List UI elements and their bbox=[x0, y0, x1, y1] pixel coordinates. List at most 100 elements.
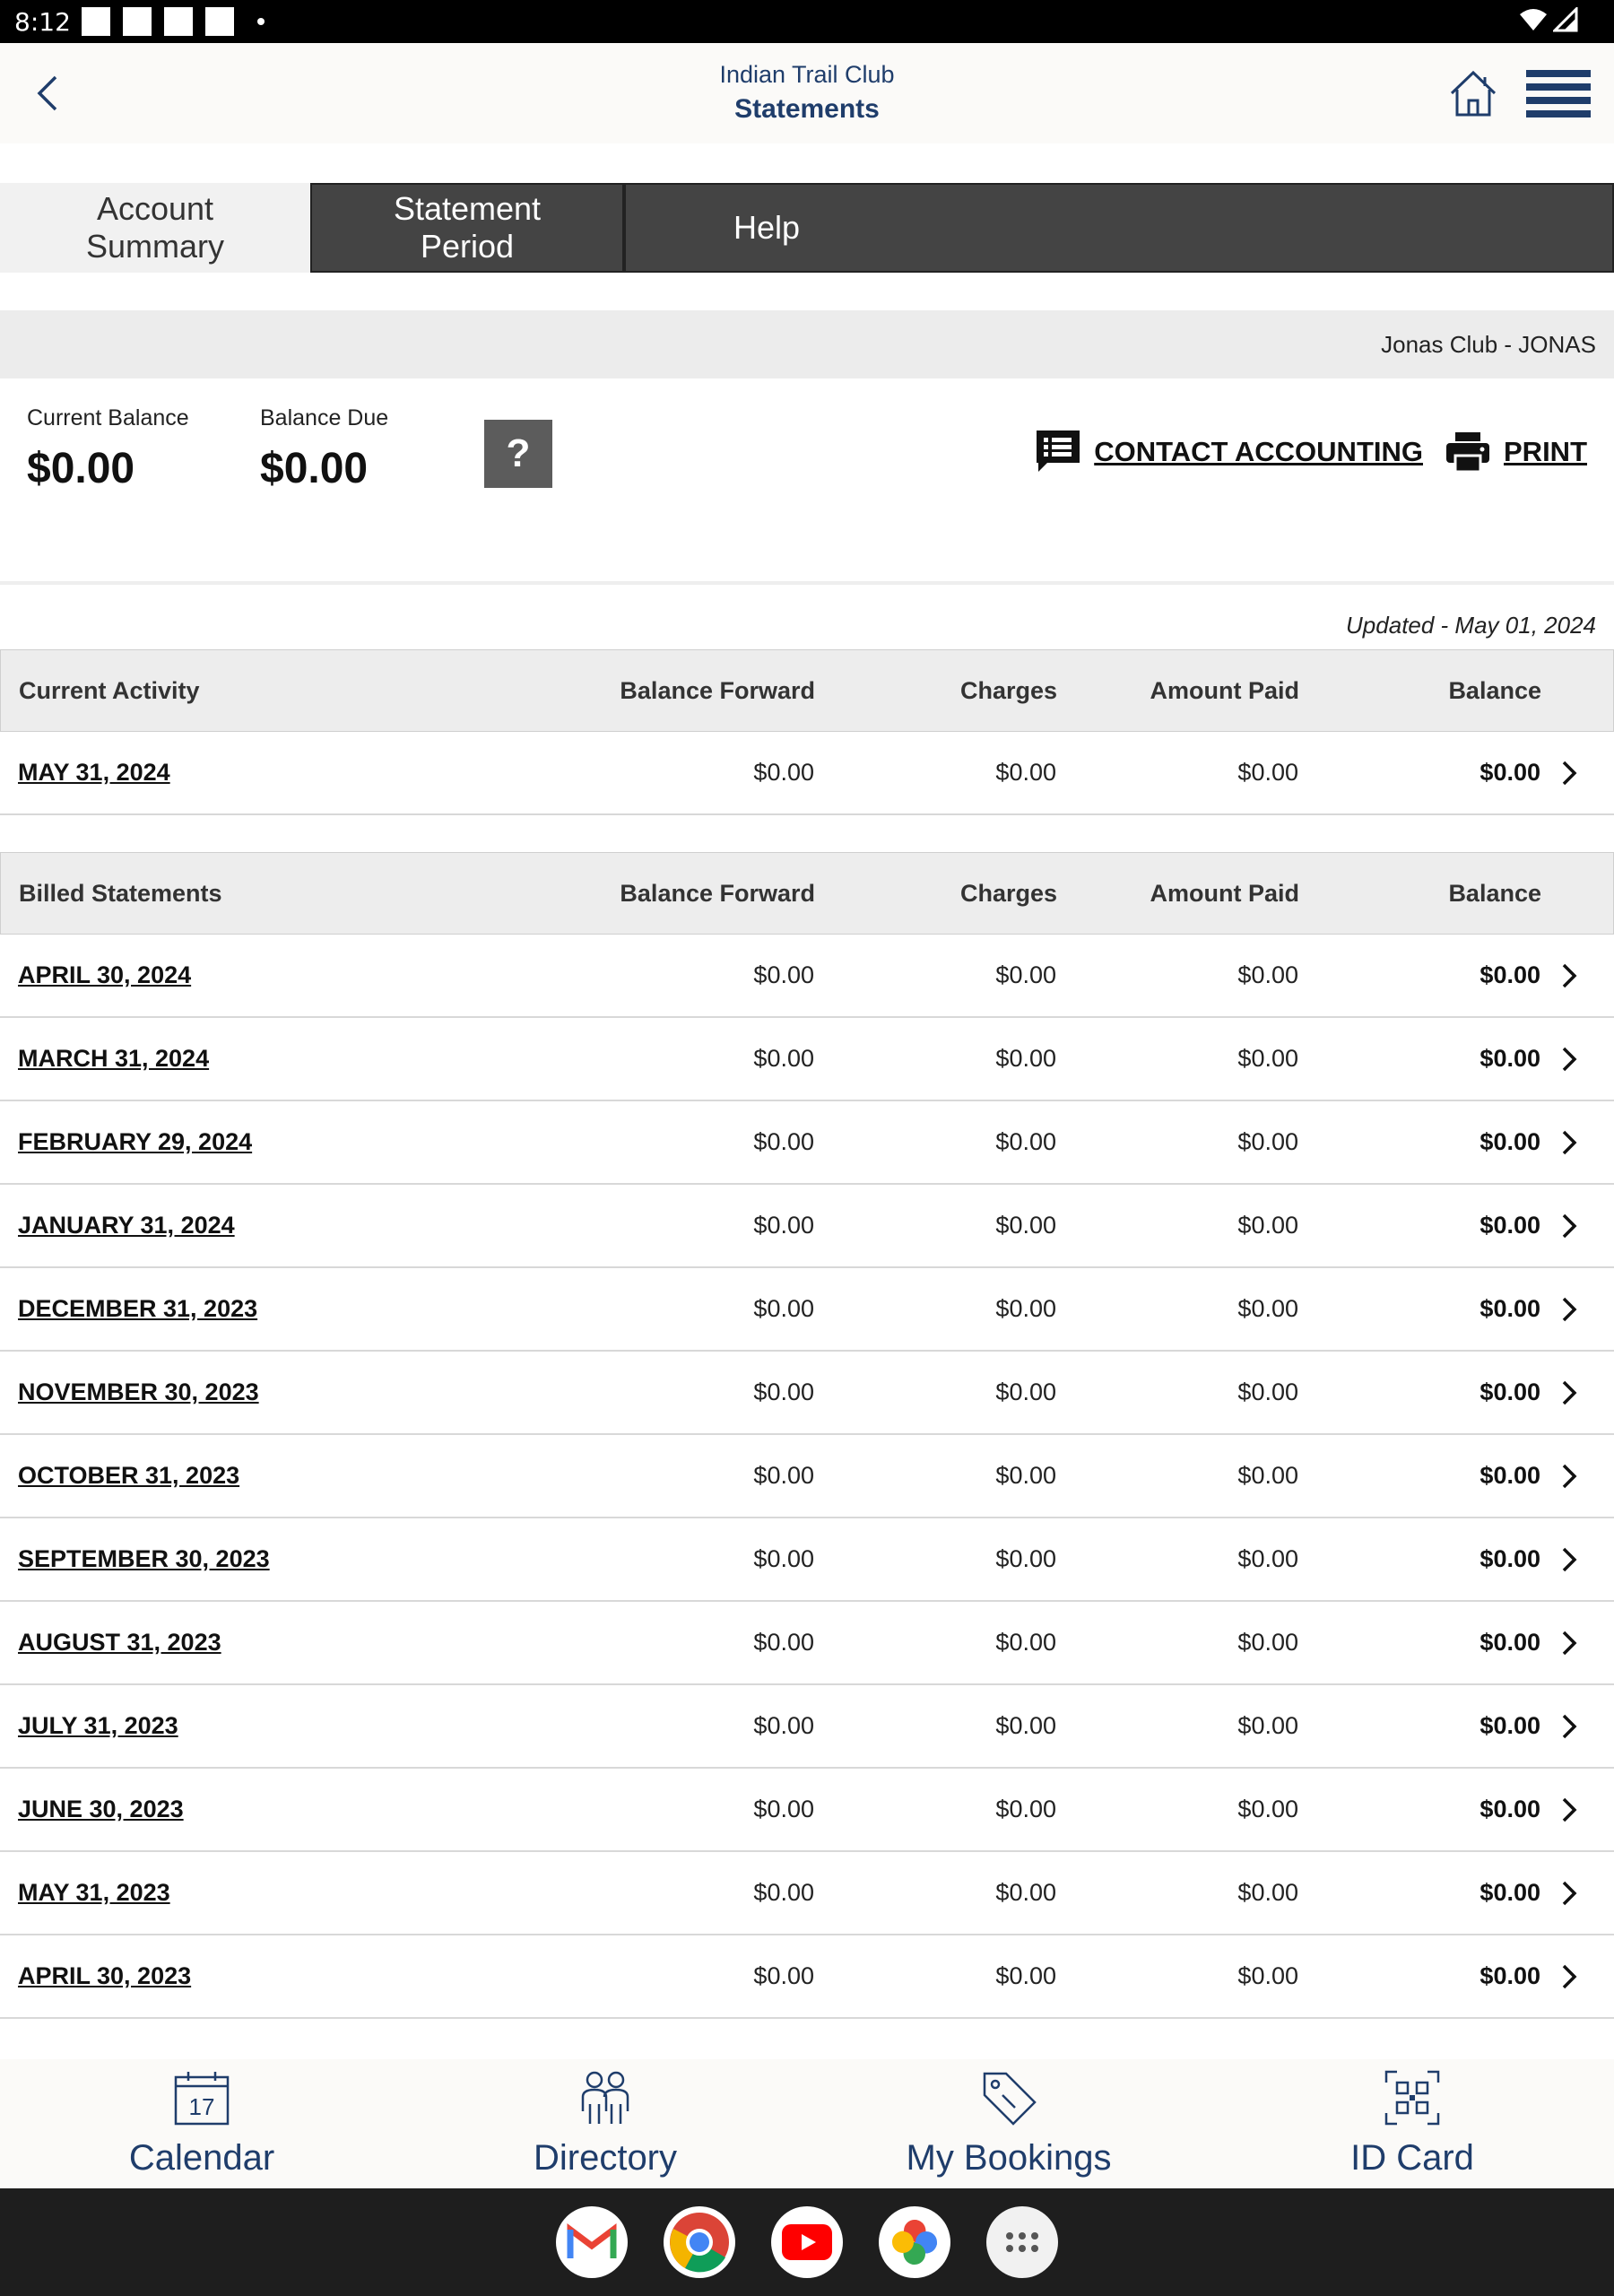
status-bar: 8:12 bbox=[0, 0, 1614, 43]
balance-cell: $0.00 bbox=[1480, 1796, 1540, 1822]
amount-paid-cell: $0.00 bbox=[1237, 759, 1298, 786]
app-header: Indian Trail Club Statements bbox=[0, 43, 1614, 144]
balance-forward-cell: $0.00 bbox=[753, 1378, 814, 1405]
print-link[interactable]: PRINT bbox=[1445, 430, 1587, 474]
print-label: PRINT bbox=[1504, 436, 1587, 467]
header-cell: Billed Statements bbox=[19, 879, 222, 907]
chevron-right-icon[interactable] bbox=[1558, 1293, 1580, 1326]
calendar-icon: 17 bbox=[174, 2072, 230, 2126]
statement-row[interactable]: AUGUST 31, 2023 $0.00 $0.00 $0.00 $0.00 bbox=[0, 1602, 1614, 1685]
statement-row[interactable]: SEPTEMBER 30, 2023 $0.00 $0.00 $0.00 $0.00 bbox=[0, 1518, 1614, 1602]
tab-statement-period[interactable]: Statement Period bbox=[310, 183, 624, 273]
nav-label: Calendar bbox=[128, 2138, 275, 2178]
nav-label: Directory bbox=[533, 2138, 678, 2178]
photos-icon[interactable] bbox=[879, 2206, 950, 2278]
balance-due: Balance Due $0.00 bbox=[260, 405, 388, 493]
charges-cell: $0.00 bbox=[995, 1045, 1056, 1072]
signal-icon bbox=[1553, 7, 1578, 32]
statement-row[interactable]: JANUARY 31, 2024 $0.00 $0.00 $0.00 $0.00 bbox=[0, 1185, 1614, 1268]
chevron-right-icon[interactable] bbox=[1558, 1126, 1580, 1159]
charges-cell: $0.00 bbox=[995, 1879, 1056, 1906]
nav-label: My Bookings bbox=[906, 2138, 1112, 2178]
statement-date-link[interactable]: JUNE 30, 2023 bbox=[0, 1796, 538, 1823]
contact-accounting-link[interactable]: CONTACT ACCOUNTING bbox=[1035, 429, 1423, 475]
statement-row[interactable]: MAY 31, 2024 $0.00 $0.00 $0.00 $0.00 bbox=[0, 732, 1614, 815]
statement-date-link[interactable]: MAY 31, 2024 bbox=[0, 759, 538, 787]
statement-row[interactable]: MAY 31, 2023 $0.00 $0.00 $0.00 $0.00 bbox=[0, 1852, 1614, 1935]
nav-id-card[interactable]: ID Card bbox=[1210, 2059, 1614, 2188]
tab-account-summary[interactable]: Account Summary bbox=[0, 183, 310, 273]
people-icon bbox=[581, 2071, 629, 2124]
chevron-right-icon[interactable] bbox=[1558, 1377, 1580, 1409]
balance-help-button[interactable]: ? bbox=[484, 420, 552, 488]
home-icon[interactable] bbox=[1447, 68, 1499, 118]
nav-my-bookings[interactable]: My Bookings bbox=[807, 2059, 1210, 2188]
balance-cell: $0.00 bbox=[1480, 1045, 1540, 1072]
statement-date-link[interactable]: AUGUST 31, 2023 bbox=[0, 1629, 538, 1657]
app-drawer-icon[interactable] bbox=[986, 2206, 1058, 2278]
status-indicators bbox=[1519, 7, 1578, 32]
amount-paid-cell: $0.00 bbox=[1237, 1545, 1298, 1572]
statement-date-link[interactable]: APRIL 30, 2023 bbox=[0, 1962, 538, 1990]
statement-row[interactable]: MARCH 31, 2024 $0.00 $0.00 $0.00 $0.00 bbox=[0, 1018, 1614, 1101]
balance-due-label: Balance Due bbox=[260, 405, 389, 430]
current-activity-table: Current Activity Balance Forward Charges… bbox=[0, 649, 1614, 815]
chevron-right-icon[interactable] bbox=[1558, 960, 1580, 992]
printer-icon bbox=[1446, 432, 1489, 474]
balance-cell: $0.00 bbox=[1480, 1712, 1540, 1739]
chevron-right-icon[interactable] bbox=[1558, 1710, 1580, 1743]
statement-date-link[interactable]: MARCH 31, 2024 bbox=[0, 1045, 538, 1073]
statement-row[interactable]: JUNE 30, 2023 $0.00 $0.00 $0.00 $0.00 bbox=[0, 1769, 1614, 1852]
chevron-right-icon[interactable] bbox=[1558, 1544, 1580, 1576]
chevron-right-icon[interactable] bbox=[1558, 1460, 1580, 1492]
amount-paid-cell: $0.00 bbox=[1237, 1879, 1298, 1906]
header-titles: Indian Trail Club Statements bbox=[0, 61, 1614, 125]
qr-code-icon bbox=[1384, 2070, 1440, 2126]
statement-date-link[interactable]: SEPTEMBER 30, 2023 bbox=[0, 1545, 538, 1573]
nav-calendar[interactable]: 17 Calendar bbox=[0, 2059, 404, 2188]
balance-forward-cell: $0.00 bbox=[753, 961, 814, 988]
statement-row[interactable]: FEBRUARY 29, 2024 $0.00 $0.00 $0.00 $0.00 bbox=[0, 1101, 1614, 1185]
chevron-right-icon[interactable] bbox=[1558, 1627, 1580, 1659]
chevron-right-icon[interactable] bbox=[1558, 1043, 1580, 1075]
chevron-right-icon[interactable] bbox=[1558, 1794, 1580, 1826]
statement-date-link[interactable]: NOVEMBER 30, 2023 bbox=[0, 1378, 538, 1406]
message-icon bbox=[1037, 430, 1080, 472]
chevron-right-icon[interactable] bbox=[1558, 1961, 1580, 1993]
android-dock bbox=[0, 2188, 1614, 2296]
statement-actions: CONTACT ACCOUNTING PRINT bbox=[1035, 429, 1587, 475]
youtube-icon[interactable] bbox=[771, 2206, 843, 2278]
statement-date-link[interactable]: FEBRUARY 29, 2024 bbox=[0, 1128, 538, 1156]
statement-row[interactable]: NOVEMBER 30, 2023 $0.00 $0.00 $0.00 $0.00 bbox=[0, 1352, 1614, 1435]
statement-row[interactable]: APRIL 30, 2023 $0.00 $0.00 $0.00 $0.00 bbox=[0, 1935, 1614, 2019]
tab-label: Account Summary bbox=[85, 190, 225, 265]
header-cell: Balance bbox=[1448, 676, 1541, 704]
more-notifications-icon bbox=[256, 18, 265, 25]
statement-date-link[interactable]: OCTOBER 31, 2023 bbox=[0, 1462, 538, 1490]
balance-forward-cell: $0.00 bbox=[753, 1128, 814, 1155]
statement-row[interactable]: OCTOBER 31, 2023 $0.00 $0.00 $0.00 $0.00 bbox=[0, 1435, 1614, 1518]
chrome-icon[interactable] bbox=[664, 2206, 735, 2278]
chevron-right-icon[interactable] bbox=[1558, 757, 1580, 789]
nav-directory[interactable]: Directory bbox=[404, 2059, 807, 2188]
statement-date-link[interactable]: JANUARY 31, 2024 bbox=[0, 1212, 538, 1239]
charges-cell: $0.00 bbox=[995, 1378, 1056, 1405]
statement-date-link[interactable]: DECEMBER 31, 2023 bbox=[0, 1295, 538, 1323]
statement-row[interactable]: APRIL 30, 2024 $0.00 $0.00 $0.00 $0.00 bbox=[0, 935, 1614, 1018]
statement-date-link[interactable]: MAY 31, 2023 bbox=[0, 1879, 538, 1907]
balance-cell: $0.00 bbox=[1480, 1962, 1540, 1989]
gmail-icon[interactable] bbox=[556, 2206, 628, 2278]
hamburger-menu-icon[interactable] bbox=[1524, 68, 1592, 120]
statement-date-link[interactable]: APRIL 30, 2024 bbox=[0, 961, 538, 989]
statement-row[interactable]: JULY 31, 2023 $0.00 $0.00 $0.00 $0.00 bbox=[0, 1685, 1614, 1769]
chevron-right-icon[interactable] bbox=[1558, 1877, 1580, 1909]
statement-row[interactable]: DECEMBER 31, 2023 $0.00 $0.00 $0.00 $0.00 bbox=[0, 1268, 1614, 1352]
charges-cell: $0.00 bbox=[995, 1212, 1056, 1239]
tab-help[interactable]: Help bbox=[624, 183, 1614, 273]
current-balance-value: $0.00 bbox=[27, 445, 135, 492]
statement-date-link[interactable]: JULY 31, 2023 bbox=[0, 1712, 538, 1740]
chevron-right-icon[interactable] bbox=[1558, 1210, 1580, 1242]
table-header: Current Activity Balance Forward Charges… bbox=[0, 649, 1614, 732]
tag-icon bbox=[983, 2072, 1037, 2126]
nav-label: ID Card bbox=[1350, 2138, 1474, 2178]
